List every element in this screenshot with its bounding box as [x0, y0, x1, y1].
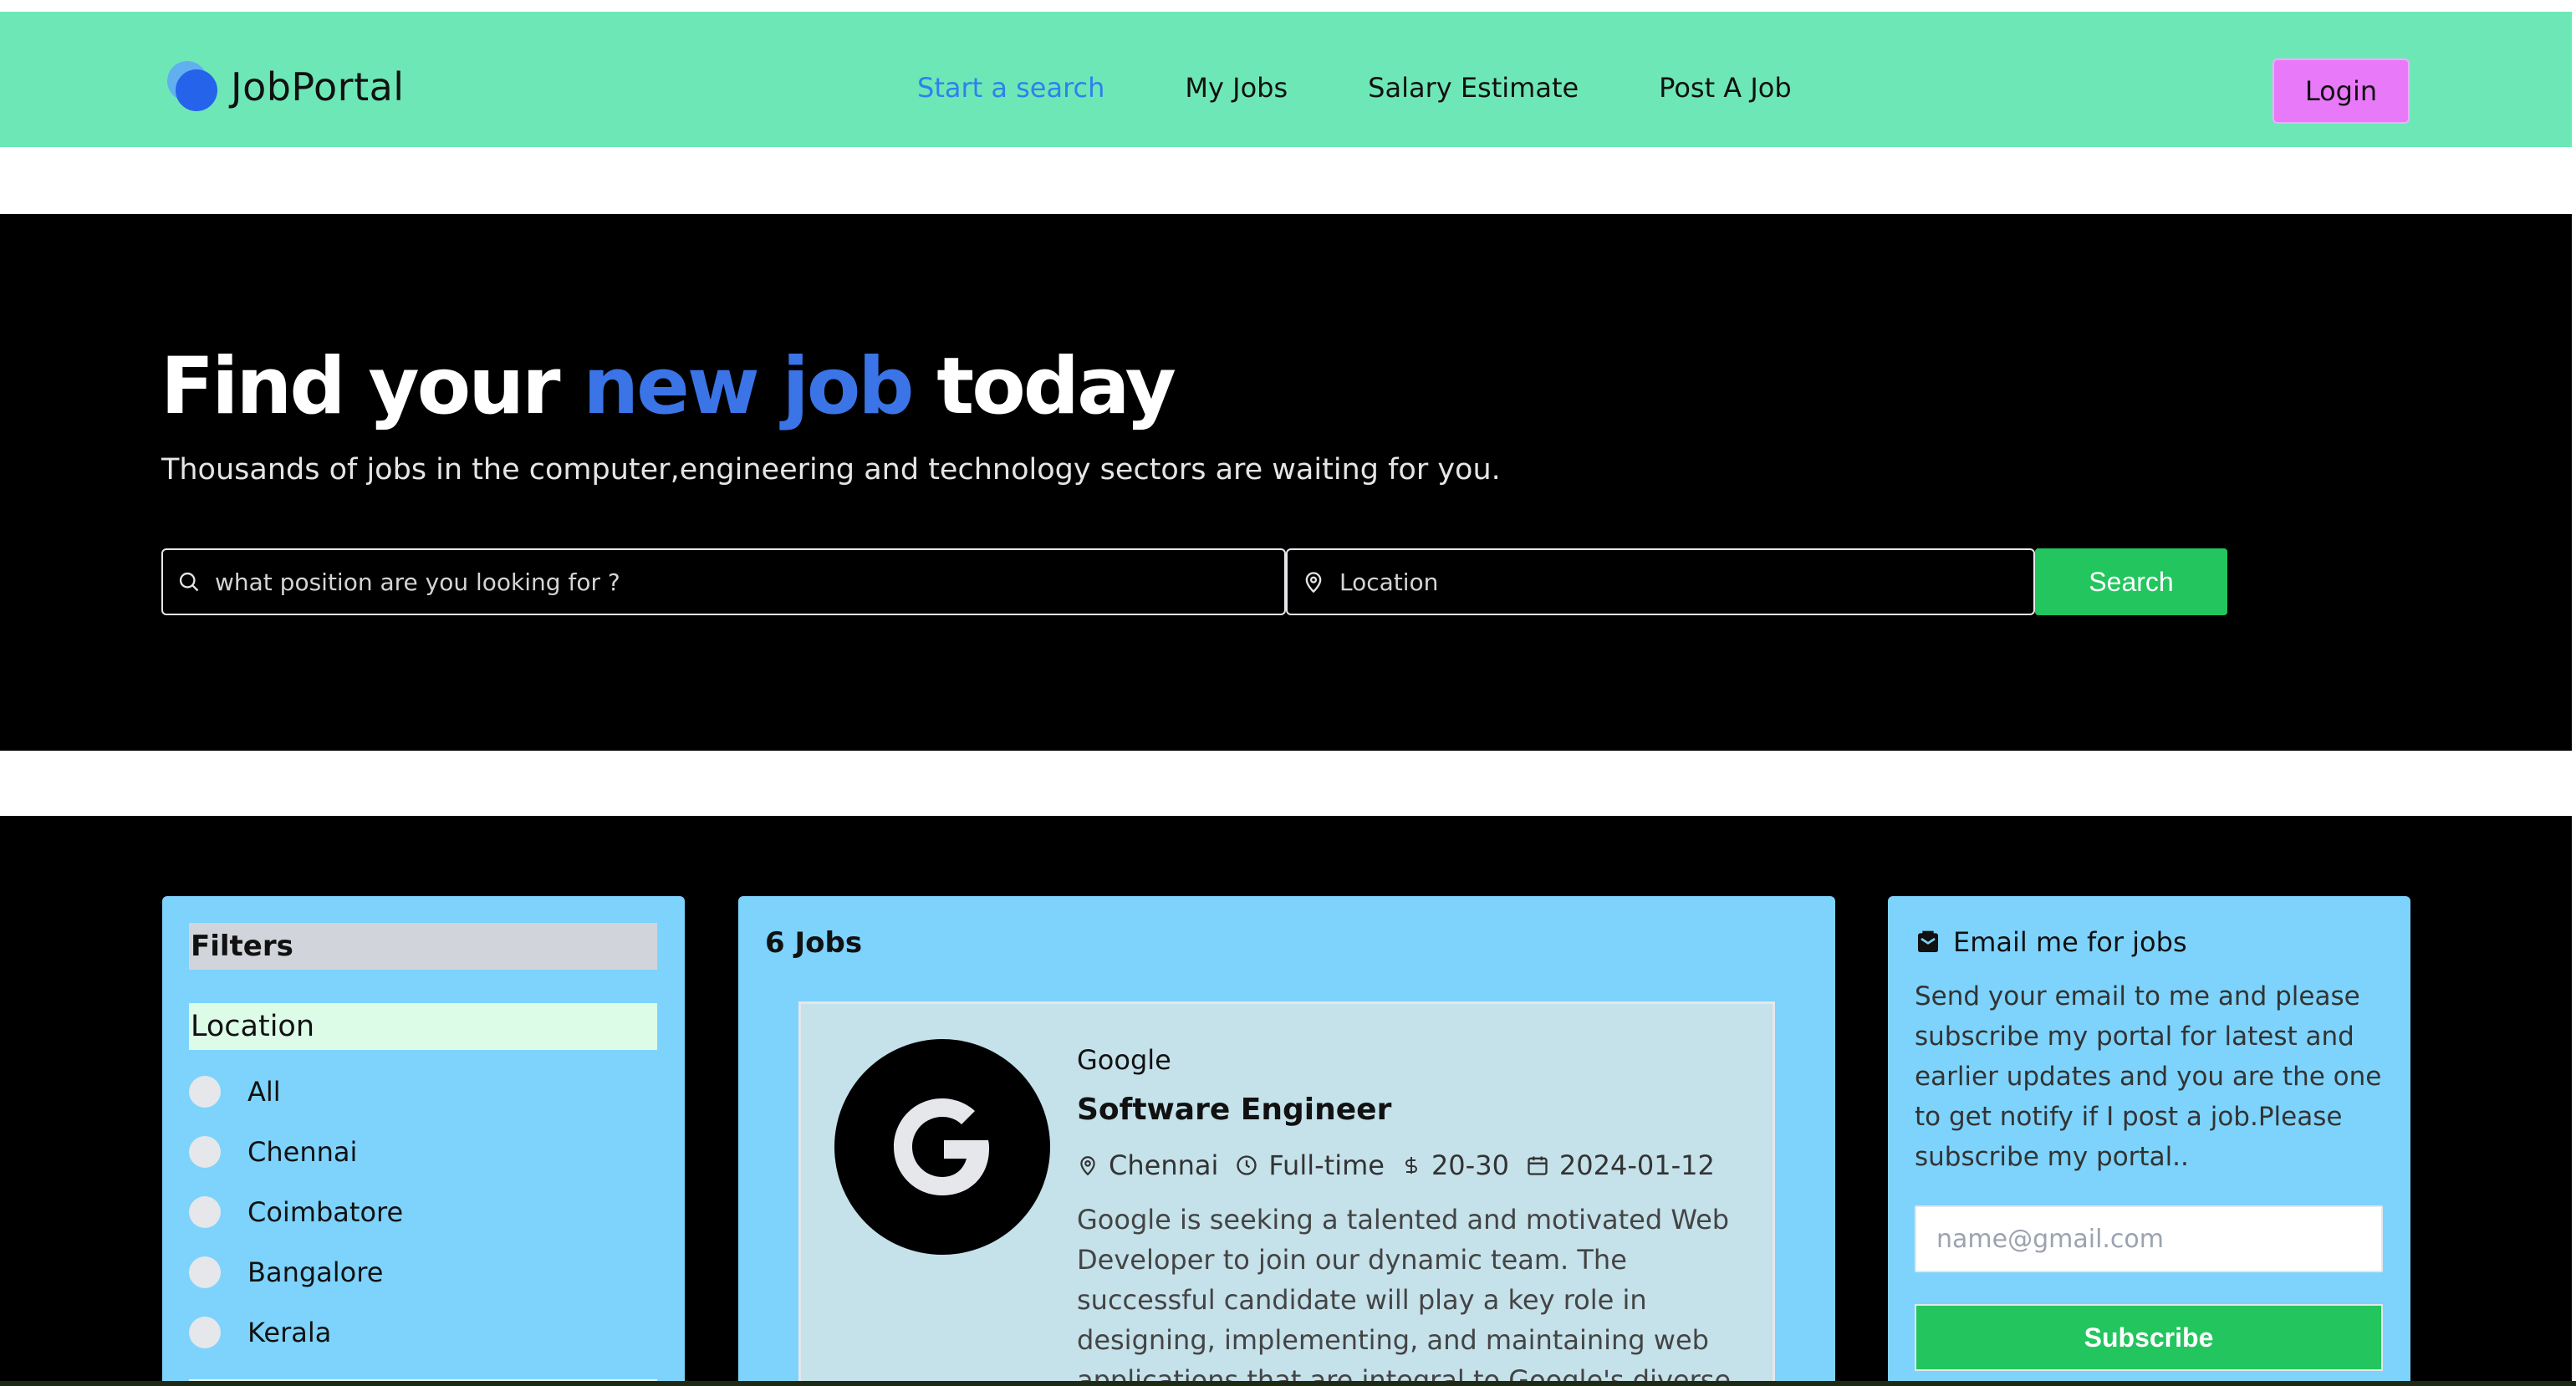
location-search-input[interactable] [1339, 568, 2011, 596]
radio-label: Kerala [247, 1317, 332, 1348]
position-search-input[interactable] [215, 568, 1224, 596]
location-option-coimbatore[interactable]: Coimbatore [189, 1182, 403, 1242]
location-option-all[interactable]: All [189, 1062, 403, 1122]
job-location-text: Chennai [1109, 1149, 1219, 1181]
navbar: JobPortal Start a search My Jobs Salary … [0, 12, 2572, 147]
google-logo-icon [834, 1039, 1050, 1255]
job-location: Chennai [1077, 1149, 1218, 1181]
jobs-count: 6 Jobs [765, 926, 863, 960]
map-pin-icon [1080, 1156, 1095, 1176]
radio-label: Coimbatore [247, 1196, 404, 1228]
clock-icon [1237, 1155, 1257, 1175]
nav-link-my-jobs[interactable]: My Jobs [1185, 72, 1288, 104]
email-description: Send your email to me and please subscri… [1915, 981, 2382, 1172]
radio-label: All [247, 1076, 281, 1108]
login-button[interactable]: Login [2272, 59, 2410, 124]
hero-title-end: today [911, 341, 1176, 432]
job-date-text: 2024-01-12 [1558, 1149, 1715, 1181]
radio-button[interactable] [189, 1076, 221, 1108]
subscribe-button[interactable]: Subscribe [1915, 1304, 2383, 1371]
email-heading: Email me for jobs [1915, 926, 2187, 958]
hero-subtitle: Thousands of jobs in the computer,engine… [161, 453, 1501, 487]
dollar-icon [1405, 1157, 1417, 1174]
filters-heading: Filters [189, 923, 657, 970]
job-type: Full-time [1235, 1149, 1385, 1181]
brand-name: JobPortal [231, 64, 405, 110]
nav-link-salary-estimate[interactable]: Salary Estimate [1368, 72, 1579, 104]
radio-label: Chennai [247, 1136, 358, 1168]
email-input[interactable] [1915, 1205, 2383, 1272]
location-option-chennai[interactable]: Chennai [189, 1122, 403, 1182]
hero-title-accent: new job [583, 341, 914, 432]
radio-button[interactable] [189, 1196, 221, 1228]
search-icon [176, 569, 201, 594]
radio-button[interactable] [189, 1317, 221, 1348]
radio-button[interactable] [189, 1136, 221, 1168]
mail-inbox-icon [1918, 930, 1938, 952]
job-salary-text: 20-30 [1431, 1149, 1509, 1181]
job-description: Google is seeking a talented and motivat… [1077, 1204, 1732, 1386]
radio-label: Bangalore [247, 1256, 384, 1288]
company-name: Google [1077, 1044, 1171, 1076]
location-filter-heading: Location [189, 1003, 657, 1050]
position-search-box [161, 548, 1286, 615]
nav-link-start-search[interactable]: Start a search [917, 72, 1104, 104]
calendar-icon [1528, 1156, 1548, 1175]
email-heading-text: Email me for jobs [1953, 926, 2187, 958]
job-date: 2024-01-12 [1526, 1149, 1715, 1181]
nav-link-post-job[interactable]: Post A Job [1659, 72, 1792, 104]
location-option-kerala[interactable]: Kerala [189, 1302, 403, 1363]
map-pin-icon [1301, 569, 1326, 594]
logo-circles-icon [167, 61, 219, 113]
hero-title: Find your new job today [161, 341, 1176, 432]
nav-links: Start a search My Jobs Salary Estimate P… [917, 72, 1872, 104]
page-bottom-edge [0, 1381, 2576, 1386]
job-type-text: Full-time [1268, 1149, 1385, 1181]
location-option-bangalore[interactable]: Bangalore [189, 1242, 403, 1302]
job-meta: Chennai Full-time 20-30 2024-01-12 [1077, 1149, 1732, 1181]
brand-logo[interactable]: JobPortal [167, 61, 405, 113]
location-search-box [1286, 548, 2035, 615]
search-button[interactable]: Search [2035, 548, 2227, 615]
job-title[interactable]: Software Engineer [1077, 1093, 1391, 1127]
hero-section: Find your new job today Thousands of job… [0, 214, 2572, 751]
job-salary: 20-30 [1401, 1149, 1509, 1181]
filters-panel: Filters Location All Chennai Coimbatore … [162, 896, 685, 1386]
job-card[interactable]: Google Software Engineer Chennai Full-ti… [798, 1001, 1775, 1386]
hero-title-start: Find your [161, 341, 584, 432]
email-panel: Email me for jobs Send your email to me … [1888, 896, 2410, 1386]
jobs-panel: 6 Jobs Google Software Engineer Chennai … [738, 896, 1835, 1386]
location-radio-list: All Chennai Coimbatore Bangalore Kerala [189, 1062, 403, 1363]
main-section: Filters Location All Chennai Coimbatore … [0, 816, 2572, 1386]
radio-button[interactable] [189, 1256, 221, 1288]
